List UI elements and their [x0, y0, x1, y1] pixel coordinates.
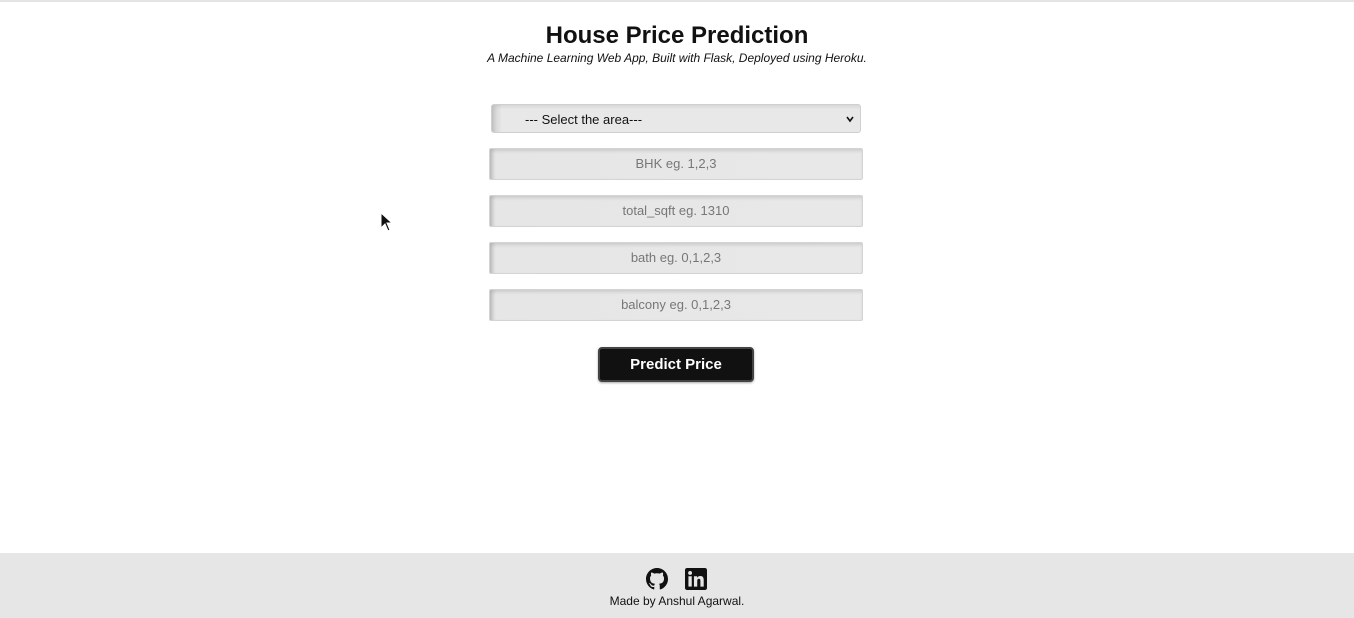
top-divider — [0, 0, 1354, 2]
github-icon[interactable] — [646, 568, 668, 590]
total-sqft-input[interactable]: total_sqft eg. 1310 — [489, 195, 863, 227]
area-select[interactable]: --- Select the area--- — [491, 104, 861, 133]
bath-input[interactable]: bath eg. 0,1,2,3 — [489, 242, 863, 274]
chevron-down-icon — [846, 116, 854, 123]
prediction-form: --- Select the area--- BHK eg. 1,2,3 tot… — [489, 104, 863, 321]
page-header: House Price Prediction A Machine Learnin… — [0, 22, 1354, 65]
bhk-input[interactable]: BHK eg. 1,2,3 — [489, 148, 863, 180]
page-title: House Price Prediction — [545, 22, 809, 49]
social-links — [0, 568, 1354, 590]
page-subtitle: A Machine Learning Web App, Built with F… — [487, 51, 867, 65]
made-by-text: Made by Anshul Agarwal. — [609, 594, 745, 608]
linkedin-icon[interactable] — [685, 568, 707, 590]
area-select-value: --- Select the area--- — [525, 112, 643, 127]
mouse-cursor-icon — [380, 212, 394, 232]
predict-price-button[interactable]: Predict Price — [598, 347, 754, 382]
footer: Made by Anshul Agarwal. — [0, 553, 1354, 618]
balcony-input[interactable]: balcony eg. 0,1,2,3 — [489, 289, 863, 321]
